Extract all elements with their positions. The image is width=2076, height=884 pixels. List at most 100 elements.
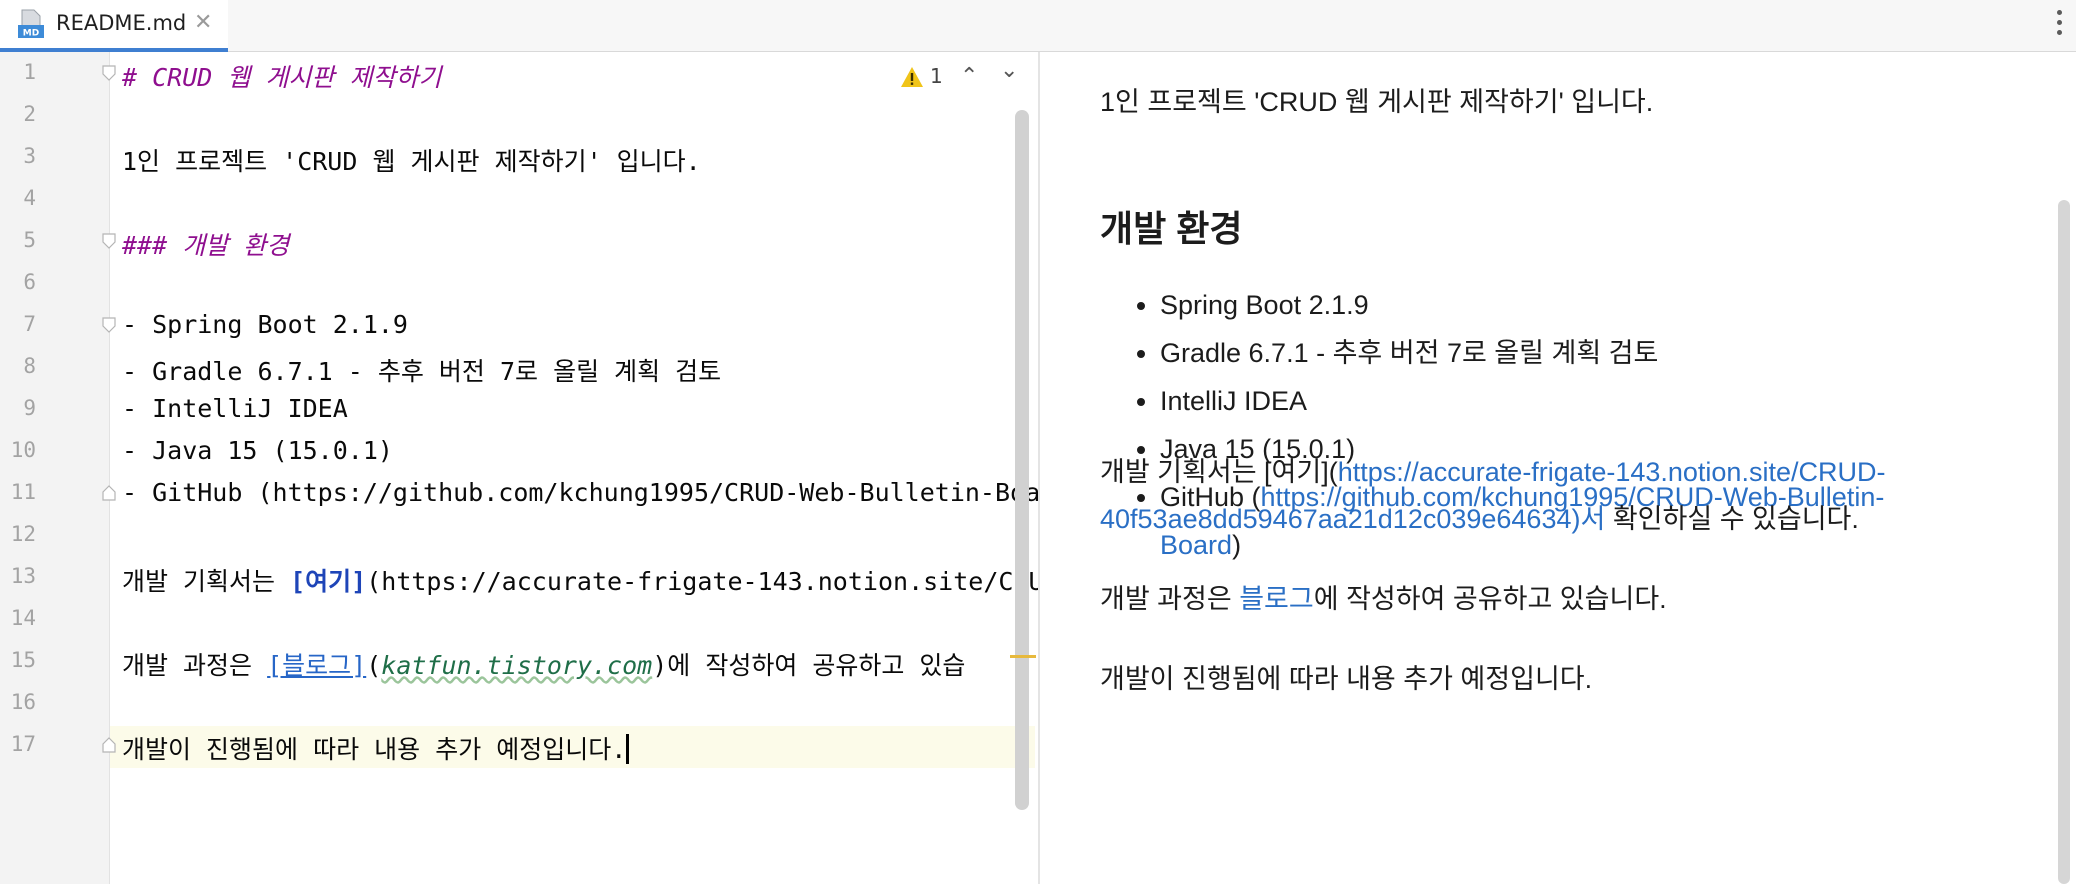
text-caret: [626, 734, 630, 764]
markdown-editor[interactable]: 1 # CRUD 웹 게시판 제작하기 2 3 1인 프로젝트 'CRUD 웹 게시판 …: [0, 52, 1086, 884]
line-number: 12: [10, 522, 36, 546]
line-number: 1: [23, 60, 36, 84]
editor-tab-bar: MD README.md ✕: [0, 0, 2076, 52]
more-options-icon[interactable]: [2054, 10, 2064, 40]
next-highlight-icon[interactable]: ⌄: [1000, 58, 1018, 83]
plan-suffix: 확인하실 수 있습니다.: [1605, 504, 1859, 534]
editor-line[interactable]: 2: [0, 94, 1038, 136]
code-text: - Java 15 (15.0.1): [122, 436, 393, 465]
editor-line[interactable]: 3 1인 프로젝트 'CRUD 웹 게시판 제작하기' 입니다.: [0, 136, 1038, 178]
preview-plan-paragraph: 개발 기획서는 [여기](https://accurate-frigate-14…: [1100, 449, 1885, 543]
code-heading: ### 개발 환경: [122, 231, 290, 260]
code-ul-link[interactable]: [블로그]: [267, 651, 366, 680]
plan-link-cont[interactable]: 40f53ae8dd59467aa21d12c039e64634)서: [1100, 504, 1605, 534]
line-number: 10: [10, 438, 36, 462]
editor-line[interactable]: 1 # CRUD 웹 게시판 제작하기: [0, 52, 1038, 94]
tab-title: README.md: [56, 11, 187, 35]
line-number: 14: [10, 606, 36, 630]
warning-icon: [901, 67, 923, 87]
fold-marker-icon[interactable]: [102, 65, 116, 81]
warning-stripe-marker[interactable]: [1010, 655, 1036, 658]
list-item: Spring Boot 2.1.9: [1160, 281, 2060, 329]
code-text: - Spring Boot 2.1.9: [122, 310, 408, 339]
code-bold-link[interactable]: [여기]: [290, 567, 366, 596]
line-code: 개발 과정은 [블로그](katfun.tistory.com)에 작성하여 공…: [122, 646, 965, 682]
code-text: 개발 과정은: [122, 651, 268, 680]
line-number: 3: [23, 144, 36, 168]
fold-marker-icon[interactable]: [102, 233, 116, 249]
editor-line[interactable]: 14: [0, 598, 1038, 640]
line-code: ### 개발 환경: [122, 226, 289, 262]
code-text: (: [366, 651, 382, 680]
line-number: 17: [10, 732, 36, 756]
code-text: - GitHub (https://github.com/kchung1995/…: [122, 478, 1086, 507]
preview-scrollbar-thumb[interactable]: [2058, 200, 2070, 884]
editor-line[interactable]: 4: [0, 178, 1038, 220]
editor-line[interactable]: 5 ### 개발 환경: [0, 220, 1038, 262]
code-text: 1인 프로젝트 'CRUD 웹 게시판 제작하기' 입니다.: [122, 147, 701, 176]
code-text: - Gradle 6.7.1 - 추후 버전 7로 올릴 계획 검토: [122, 357, 722, 386]
list-item: IntelliJ IDEA: [1160, 377, 2060, 425]
line-number: 11: [10, 480, 36, 504]
line-number: 8: [23, 354, 36, 378]
preview-outro: 개발이 진행됨에 따라 내용 추가 예정입니다.: [1100, 664, 1593, 694]
line-code: - GitHub (https://github.com/kchung1995/…: [122, 478, 1085, 507]
line-code: 개발이 진행됨에 따라 내용 추가 예정입니다.: [122, 730, 630, 766]
editor-line[interactable]: 11 - GitHub (https://github.com/kchung199…: [0, 472, 1086, 514]
editor-line[interactable]: 6: [0, 262, 1038, 304]
preview-blog-paragraph: 개발 과정은 블로그에 작성하여 공유하고 있습니다.: [1100, 576, 1667, 623]
blog-prefix: 개발 과정은: [1100, 584, 1240, 614]
preview-intro: 1인 프로젝트 'CRUD 웹 게시판 제작하기' 입니다.: [1100, 87, 1654, 117]
line-number: 15: [10, 648, 36, 672]
line-code: 1인 프로젝트 'CRUD 웹 게시판 제작하기' 입니다.: [122, 142, 701, 178]
blog-link[interactable]: 블로그: [1239, 584, 1314, 614]
editor-line[interactable]: 12: [0, 514, 1038, 556]
list-item: Gradle 6.7.1 - 추후 버전 7로 올릴 계획 검토: [1160, 329, 2060, 377]
line-code: - Gradle 6.7.1 - 추후 버전 7로 올릴 계획 검토: [122, 352, 721, 388]
line-code: - Java 15 (15.0.1): [122, 436, 393, 465]
markdown-file-icon: MD: [18, 9, 44, 39]
line-number: 13: [10, 564, 36, 588]
editor-line[interactable]: 15 개발 과정은 [블로그](katfun.tistory.com)에 작성하여…: [0, 640, 1038, 682]
close-icon[interactable]: ✕: [194, 10, 212, 35]
line-number: 4: [23, 186, 36, 210]
editor-line[interactable]: 10 - Java 15 (15.0.1): [0, 430, 1038, 472]
preview-heading-env: 개발 환경: [1100, 208, 1243, 249]
code-text: 개발이 진행됨에 따라 내용 추가 예정입니다.: [122, 735, 627, 764]
fold-marker-icon[interactable]: [102, 737, 116, 753]
code-italic-url[interactable]: katfun.tistory.com: [381, 651, 652, 680]
editor-line[interactable]: 7 - Spring Boot 2.1.9: [0, 304, 1038, 346]
line-number: 7: [23, 312, 36, 336]
editor-line[interactable]: 9 - IntelliJ IDEA: [0, 388, 1038, 430]
code-text: 개발 기획서는: [122, 567, 291, 596]
line-number: 6: [23, 270, 36, 294]
editor-line[interactable]: 13 개발 기획서는 [여기](https://accurate-frigate-…: [0, 556, 1059, 598]
previous-highlight-icon[interactable]: ⌃: [960, 64, 978, 89]
line-code: - IntelliJ IDEA: [122, 394, 348, 423]
line-code: - Spring Boot 2.1.9: [122, 310, 408, 339]
markdown-preview: 1인 프로젝트 'CRUD 웹 게시판 제작하기' 입니다. 개발 환경 Spr…: [1040, 52, 2076, 884]
fold-marker-icon[interactable]: [102, 317, 116, 333]
line-code: 개발 기획서는 [여기](https://accurate-frigate-14…: [122, 562, 1059, 598]
line-number: 9: [23, 396, 36, 420]
line-number: 2: [23, 102, 36, 126]
blog-suffix: 에 작성하여 공유하고 있습니다.: [1313, 584, 1667, 614]
editor-line[interactable]: 8 - Gradle 6.7.1 - 추후 버전 7로 올릴 계획 검토: [0, 346, 1038, 388]
warning-count: 1: [930, 64, 943, 88]
line-code: # CRUD 웹 게시판 제작하기: [122, 58, 441, 94]
code-heading: # CRUD 웹 게시판 제작하기: [122, 63, 442, 92]
code-text: (https://accurate-frigate-143.notion.sit…: [366, 567, 1059, 596]
plan-link[interactable]: https://accurate-frigate-143.notion.site…: [1338, 457, 1886, 487]
editor-line[interactable]: 17 개발이 진행됨에 따라 내용 추가 예정입니다.: [0, 724, 1038, 766]
line-number: 16: [10, 690, 36, 714]
editor-line[interactable]: 16: [0, 682, 1038, 724]
tab-icon-label: MD: [23, 29, 39, 39]
line-number: 5: [23, 228, 36, 252]
plan-prefix: 개발 기획서는 [여기](: [1100, 457, 1338, 487]
editor-scrollbar-thumb[interactable]: [1015, 110, 1029, 810]
code-text: - IntelliJ IDEA: [122, 394, 348, 423]
code-text: )에 작성하여 공유하고 있습: [652, 651, 966, 680]
editor-lines: 1 # CRUD 웹 게시판 제작하기 2 3 1인 프로젝트 'CRUD 웹 게시판 …: [0, 52, 1086, 884]
fold-marker-icon[interactable]: [102, 485, 116, 501]
tab-readme[interactable]: MD README.md ✕: [0, 0, 228, 52]
